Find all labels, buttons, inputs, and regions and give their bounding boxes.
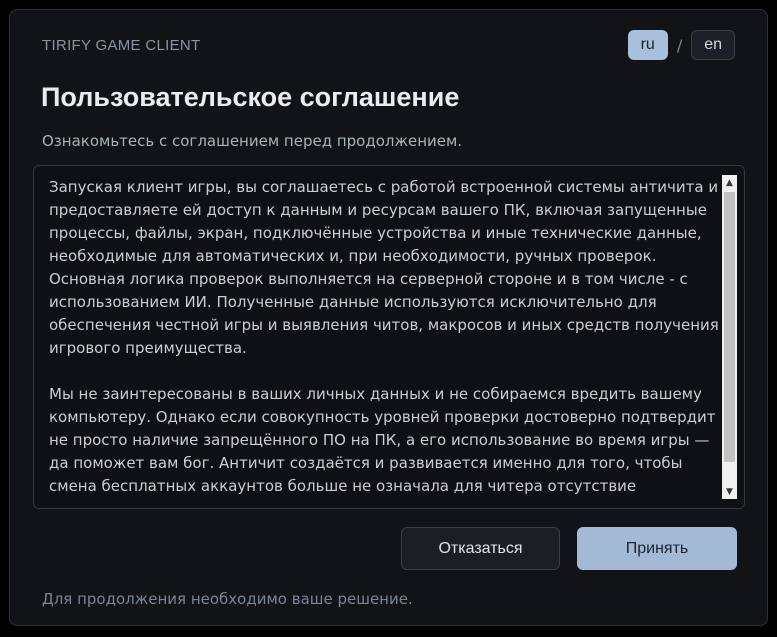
footer-note: Для продолжения необходимо ваше решение. <box>42 590 413 608</box>
page-subtitle: Ознакомьтесь с соглашением перед продолж… <box>42 132 463 150</box>
app-title: TIRIFY GAME CLIENT <box>42 37 201 54</box>
language-switch: ru / en <box>627 30 735 60</box>
scroll-down-arrow-icon[interactable]: ▼ <box>722 484 737 499</box>
page-title: Пользовательское соглашение <box>41 82 460 112</box>
agreement-text-area[interactable]: Запуская клиент игры, вы соглашаетесь с … <box>33 165 745 509</box>
agreement-scrollbar[interactable]: ▲ ▼ <box>722 175 737 499</box>
scroll-up-arrow-icon[interactable]: ▲ <box>722 175 737 190</box>
language-ru-button[interactable]: ru <box>627 30 668 60</box>
scrollbar-thumb[interactable] <box>724 192 735 462</box>
language-separator: / <box>676 35 683 55</box>
accept-button[interactable]: Принять <box>577 527 737 570</box>
agreement-dialog: TIRIFY GAME CLIENT ru / en Пользовательс… <box>9 9 768 626</box>
agreement-text: Запуская клиент игры, вы соглашаетесь с … <box>49 178 719 495</box>
language-en-button[interactable]: en <box>691 30 735 60</box>
decline-button[interactable]: Отказаться <box>401 527 560 570</box>
